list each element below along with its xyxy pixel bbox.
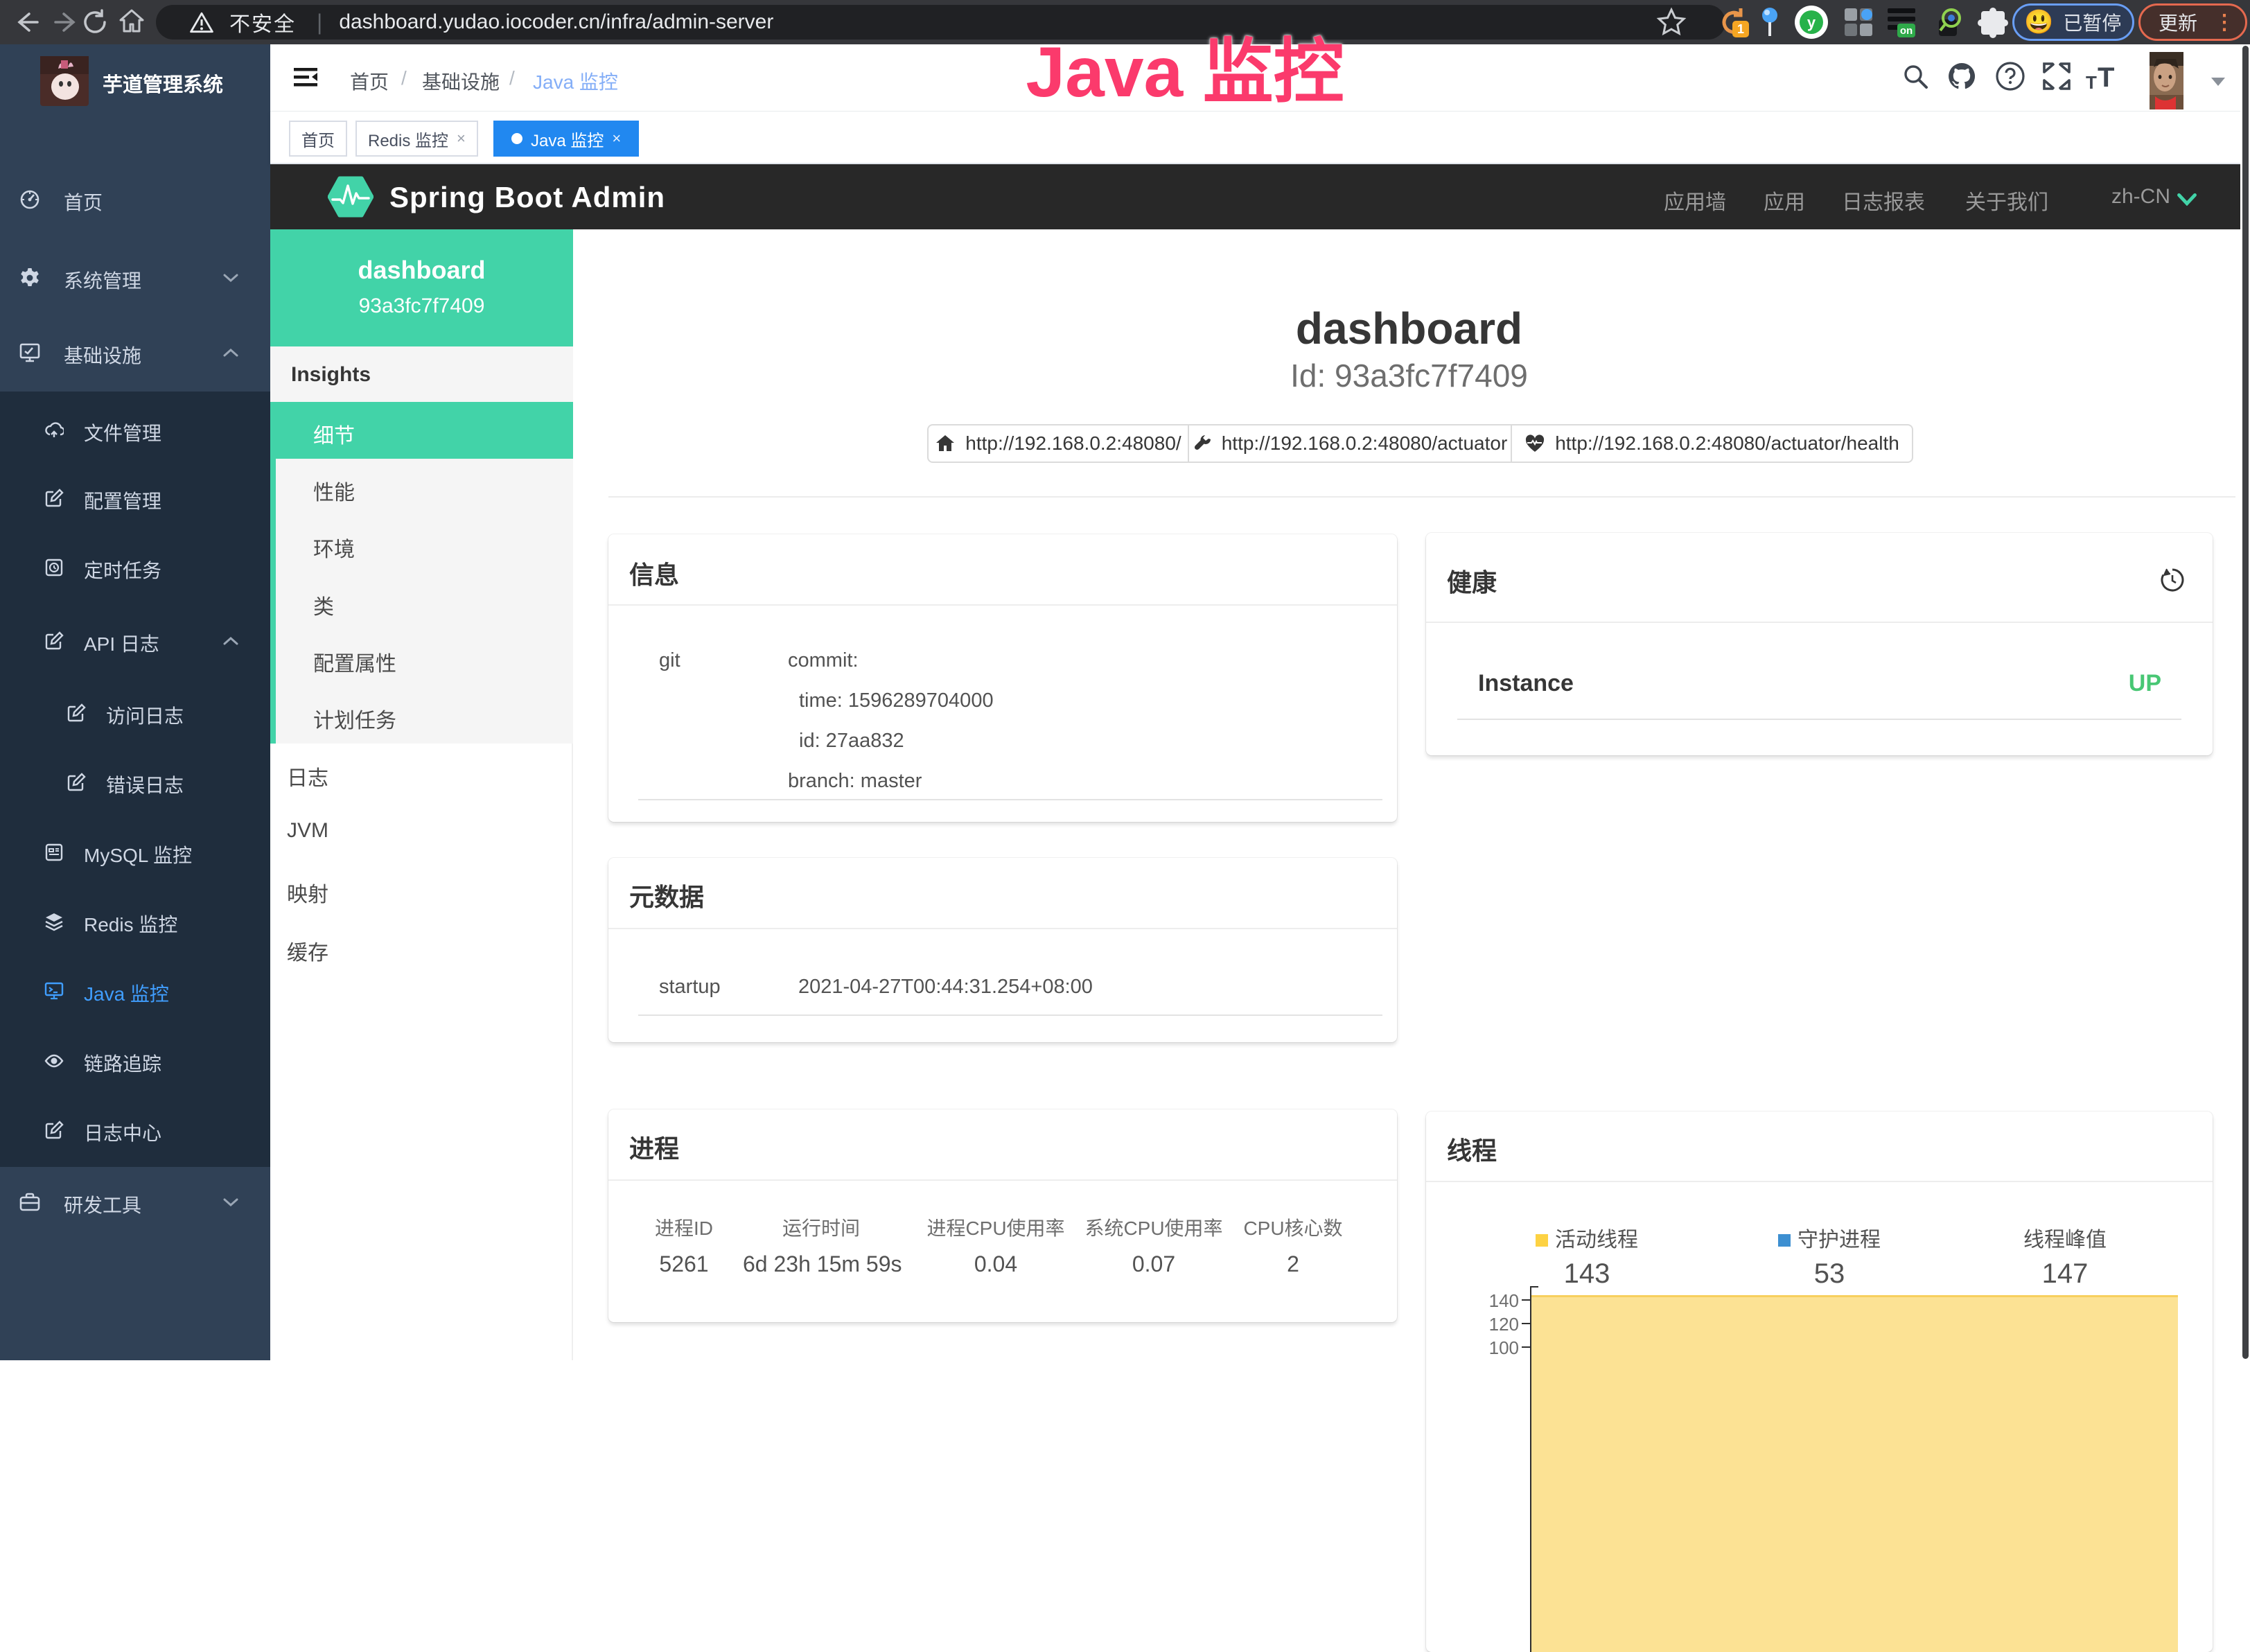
- svg-text:y: y: [1807, 14, 1816, 31]
- svg-text:on: on: [1900, 25, 1913, 37]
- svg-text:1: 1: [1737, 22, 1744, 36]
